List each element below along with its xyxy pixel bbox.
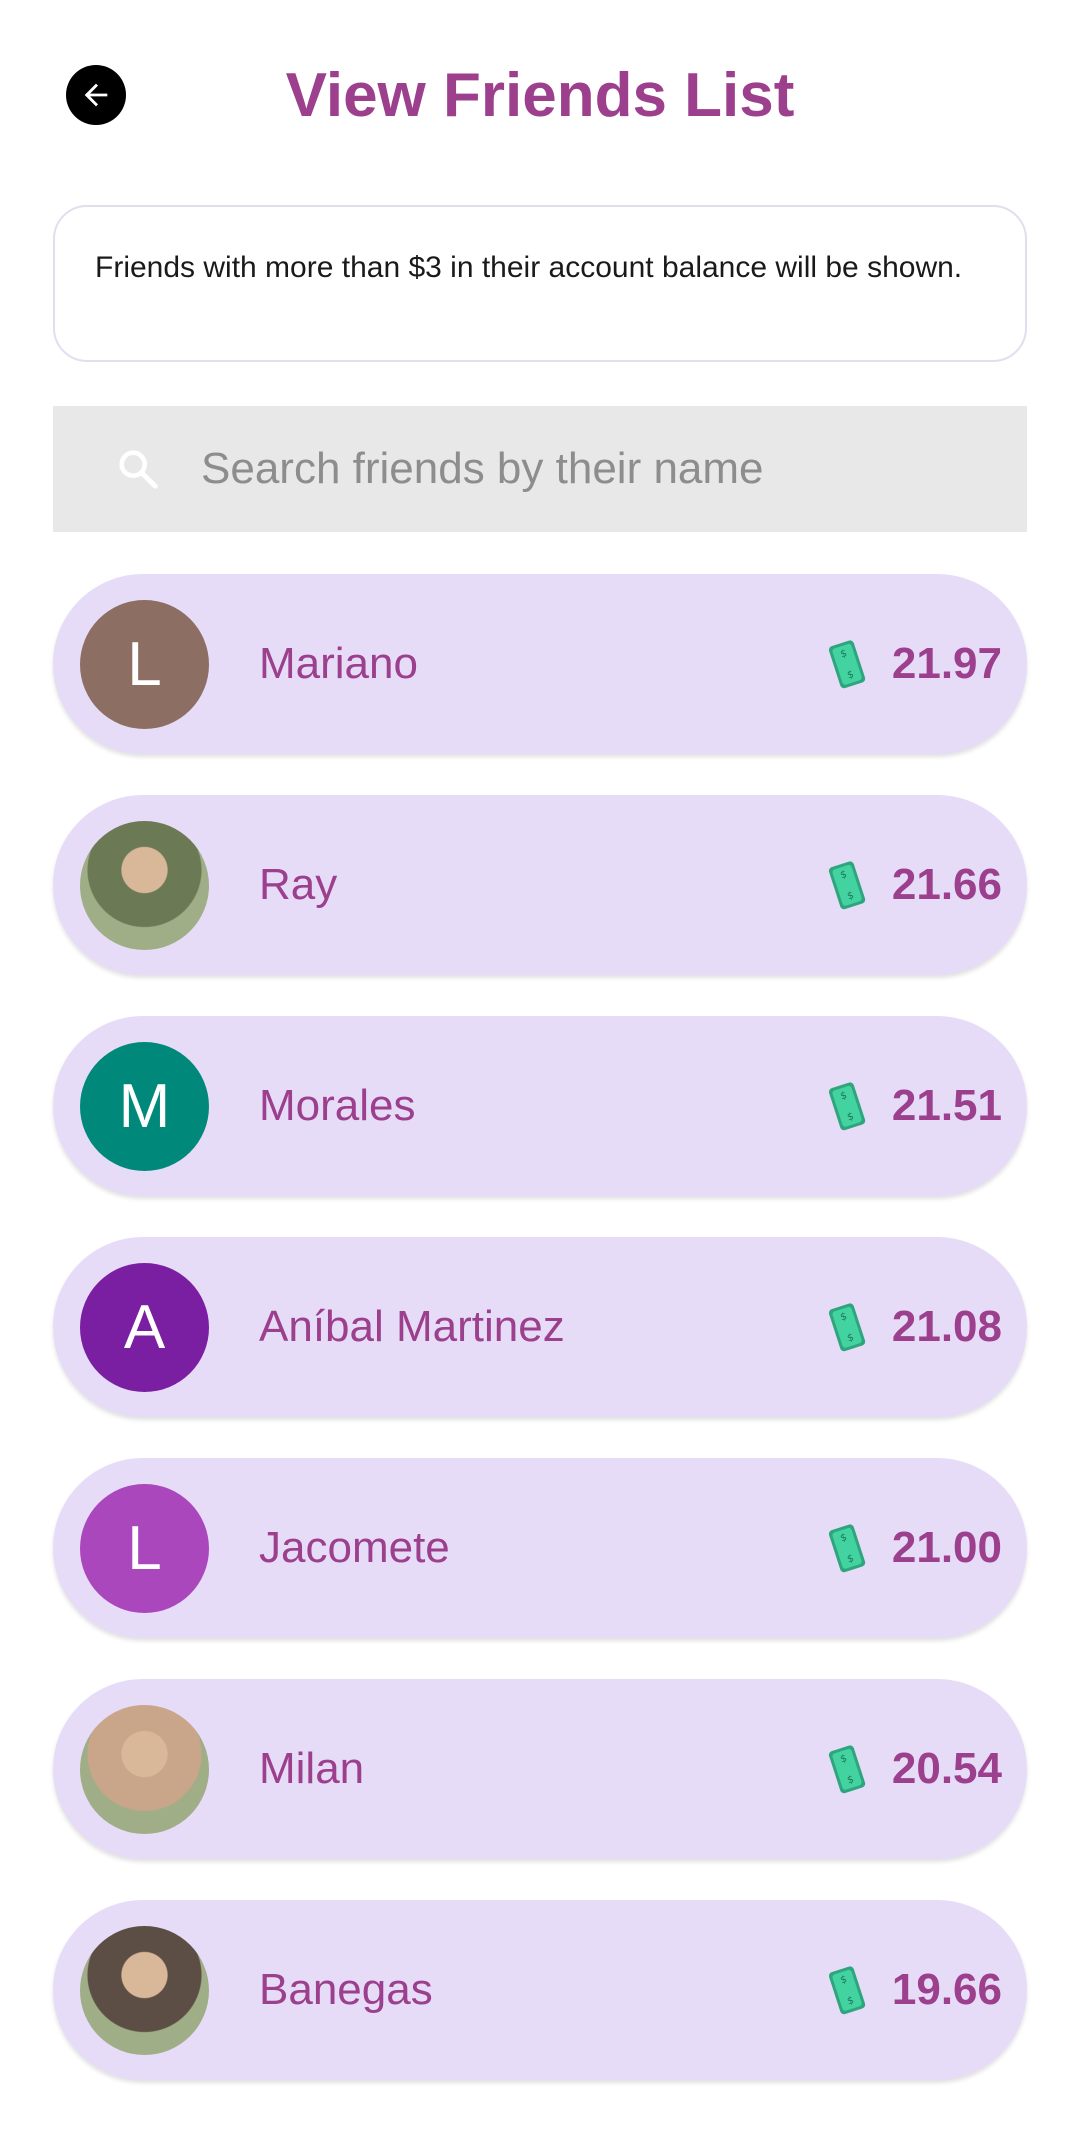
friend-name: Aníbal Martinez	[259, 1302, 565, 1351]
header: View Friends List	[0, 0, 1080, 190]
balance: $ $ 19.66	[826, 1964, 1002, 2016]
balance-amount: 21.00	[891, 1523, 1002, 1572]
money-icon: $$	[828, 861, 866, 910]
friend-name: Milan	[259, 1744, 365, 1793]
balance-amount: 21.51	[891, 1081, 1002, 1130]
friend-name: Jacomete	[259, 1523, 450, 1572]
friend-row[interactable]: Ray $ $ 21.66	[53, 795, 1027, 975]
friend-name: Mariano	[259, 639, 418, 688]
balance: $ $ 21.00	[826, 1522, 1002, 1574]
avatar: L	[80, 599, 209, 729]
friend-name: Morales	[259, 1081, 416, 1130]
money-icon: $$	[828, 1524, 866, 1573]
money-icon: $$	[828, 1745, 866, 1794]
notice-text: Friends with more than $3 in their accou…	[95, 251, 963, 284]
friend-row[interactable]: L Jacomete $ $ 21.00	[53, 1458, 1027, 1638]
avatar-photo	[80, 1704, 209, 1834]
balance-amount: 21.08	[891, 1302, 1002, 1351]
avatar-initial: A	[123, 1292, 166, 1362]
avatar: M	[80, 1041, 209, 1171]
balance: $ $ 21.51	[826, 1080, 1002, 1132]
friend-row[interactable]: M Morales $ $ 21.51	[53, 1016, 1027, 1196]
avatar-initial: M	[118, 1071, 171, 1141]
balance: $ $ 20.54	[826, 1743, 1002, 1795]
money-icon: $$	[828, 1082, 866, 1131]
friend-name: Ray	[259, 860, 338, 909]
balance-notice: Friends with more than $3 in their accou…	[53, 205, 1027, 362]
avatar-initial: L	[127, 1513, 162, 1583]
search-icon	[113, 444, 163, 494]
balance-amount: 20.54	[891, 1744, 1002, 1793]
money-icon: $$	[828, 1966, 866, 2015]
balance: $ $ 21.66	[826, 859, 1002, 911]
friend-row[interactable]: A Aníbal Martinez $ $ 21.08	[53, 1237, 1027, 1417]
friends-list-screen: View Friends List Friends with more than…	[0, 0, 1080, 2130]
money-icon: $$	[828, 640, 866, 689]
search-input[interactable]	[199, 443, 983, 495]
friend-row[interactable]: Banegas $ $ 19.66	[53, 1900, 1027, 2080]
friend-name: Banegas	[259, 1965, 433, 2014]
friend-row[interactable]: L Mariano $ $ 21.97	[53, 574, 1027, 754]
money-icon: $$	[828, 1303, 866, 1352]
avatar: A	[80, 1262, 209, 1392]
page-title: View Friends List	[285, 61, 795, 130]
balance-amount: 19.66	[891, 1965, 1002, 2014]
avatar-initial: L	[127, 629, 162, 699]
balance: $ $ 21.97	[826, 638, 1002, 690]
balance: $ $ 21.08	[826, 1301, 1002, 1353]
avatar: L	[80, 1483, 209, 1613]
avatar-photo	[80, 820, 209, 950]
balance-amount: 21.97	[891, 639, 1002, 688]
friend-row[interactable]: Milan $ $ 20.54	[53, 1679, 1027, 1859]
balance-amount: 21.66	[891, 860, 1002, 909]
friend-list: L Mariano $ $ 21.97 Ray $ $ 21.66 M Morales $ $ 21.51…	[53, 574, 1027, 2121]
avatar-photo	[80, 1925, 209, 2055]
search-bar[interactable]	[53, 406, 1027, 532]
